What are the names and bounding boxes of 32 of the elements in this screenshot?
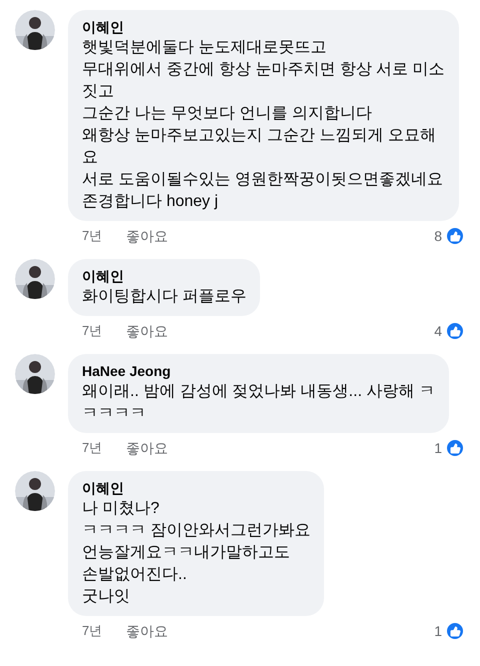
like-link[interactable]: 좋아요 (126, 321, 168, 341)
reaction-count: 1 (434, 439, 442, 458)
comment-line: ㅋㅋㅋㅋ (82, 404, 147, 424)
comment-line: 짓고 (82, 82, 115, 102)
comment-line: 화이팅합시다 퍼플로우 (82, 287, 246, 307)
comment-time: 7년 (82, 322, 102, 340)
comment-line: 손발없어진다.. (82, 565, 188, 585)
like-link[interactable]: 좋아요 (126, 621, 168, 641)
like-link[interactable]: 좋아요 (126, 438, 168, 458)
reaction-count: 8 (434, 227, 442, 246)
comment-line: 무대위에서 중간에 항상 눈마주치면 항상 서로 미소 (82, 60, 445, 80)
comment-line: 요 (82, 148, 99, 168)
comment-line: 왜이래.. 밤에 감성에 젖었나봐 내동생... 사랑해 ㅋ (82, 382, 435, 402)
comment-time: 7년 (82, 622, 102, 640)
comment-author[interactable]: 이혜인 (82, 478, 310, 498)
comment-author[interactable]: 이혜인 (82, 266, 246, 286)
reaction-count: 4 (434, 322, 442, 341)
like-link[interactable]: 좋아요 (126, 226, 168, 246)
comment-author[interactable]: HaNee Jeong (82, 361, 435, 381)
comment-line: ㅋㅋㅋㅋ 잠이안와서그런가봐요 (82, 521, 310, 541)
comment-line: 언능잘게요ㅋㅋ내가말하고도 (82, 543, 291, 563)
comment-time: 7년 (82, 227, 102, 245)
comment-line: 존경합니다 honey j (82, 192, 220, 212)
reaction-count: 1 (434, 622, 442, 641)
comment-time: 7년 (82, 439, 102, 457)
comment-author[interactable]: 이혜인 (82, 17, 445, 37)
comment-line: 나 미쳤나? (82, 499, 160, 519)
comment-line: 서로 도움이될수있는 영원한짝꿍이됫으면좋겠네요 (82, 170, 444, 190)
comment-line: 그순간 나는 무엇보다 언니를 의지합니다 (82, 104, 373, 124)
comment-line: 왜항상 눈마주보고있는지 그순간 느낌되게 오묘해 (82, 126, 437, 146)
comment-line: 굿나잇 (82, 587, 131, 607)
comment-line: 햇빛덕분에둘다 눈도제대로못뜨고 (82, 38, 328, 58)
